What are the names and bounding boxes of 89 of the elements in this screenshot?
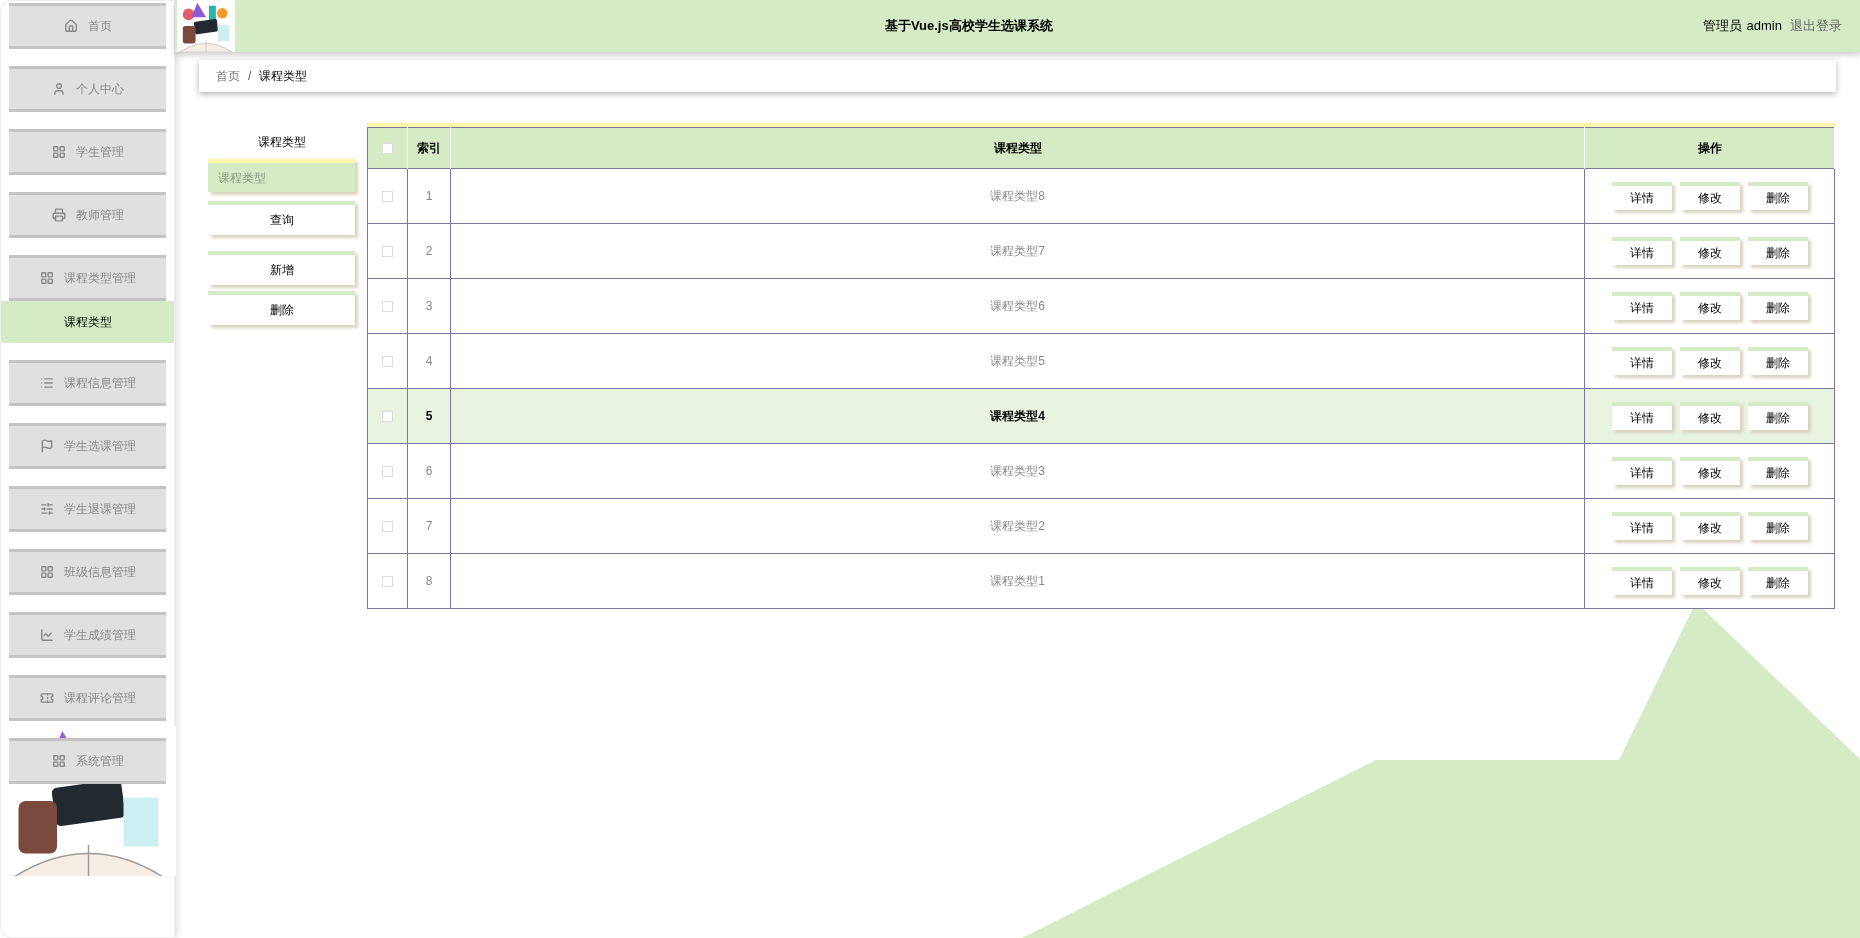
checkbox[interactable] [382, 246, 393, 258]
details-button[interactable]: 详情 [1611, 182, 1672, 210]
sidebar-label: 个人中心 [75, 81, 124, 98]
sidebar-label: 课程信息管理 [63, 375, 136, 392]
checkbox[interactable] [382, 411, 393, 423]
table-cell: 课程类型2 [450, 498, 1585, 554]
delete-button[interactable]: 删除 [1747, 457, 1808, 485]
table-cell: 6 [407, 443, 451, 499]
app-title: 基于Vue.js高校学生选课系统 [883, 17, 1054, 36]
details-button[interactable]: 详情 [1611, 457, 1672, 485]
sidebar-label: 学生成绩管理 [63, 627, 136, 644]
home-icon [63, 19, 78, 33]
breadcrumb-link[interactable]: 首页 [216, 67, 240, 85]
edit-button[interactable]: 修改 [1679, 237, 1740, 265]
breadcrumb-link[interactable]: 课程类型 [259, 67, 308, 85]
logout-link[interactable]: 退出登录 [1790, 16, 1842, 36]
sidebar-label: 课程类型管理 [63, 270, 136, 287]
delete-button[interactable]: 删除 [1747, 402, 1808, 430]
table-cell: 5 [407, 388, 451, 444]
table-cell: 课程类型3 [450, 443, 1585, 499]
table-cell: 7 [407, 498, 451, 554]
sliders-icon [39, 502, 54, 516]
edit-button[interactable]: 修改 [1679, 402, 1740, 430]
edit-button[interactable]: 修改 [1679, 347, 1740, 375]
details-button[interactable]: 详情 [1611, 402, 1672, 430]
grid-icon [51, 145, 66, 159]
breadcrumb-separator: / [248, 68, 252, 85]
column-header: 课程类型 [450, 127, 1585, 169]
grid-icon [39, 271, 54, 285]
column-header: 操作 [1584, 127, 1835, 169]
table-cell: 4 [407, 333, 451, 389]
sidebar-label: 学生管理 [75, 144, 124, 161]
details-button[interactable]: 详情 [1611, 512, 1672, 540]
table-cell: 课程类型5 [450, 333, 1585, 389]
delete-button[interactable]: 删除 [1747, 347, 1808, 375]
sidebar-label: 课程评论管理 [63, 690, 136, 707]
sidebar-label: 教师管理 [75, 207, 124, 224]
column-header: 索引 [407, 127, 451, 169]
edit-button[interactable]: 修改 [1679, 512, 1740, 540]
checkbox[interactable] [382, 356, 393, 368]
details-button[interactable]: 详情 [1611, 347, 1672, 375]
checkbox[interactable] [382, 191, 393, 203]
user-icon [51, 82, 66, 96]
table-cell: 2 [407, 223, 451, 279]
sidebar-label: 学生退课管理 [63, 501, 136, 518]
details-button[interactable]: 详情 [1611, 567, 1672, 595]
checkbox[interactable] [382, 143, 393, 155]
checkbox[interactable] [382, 466, 393, 478]
table-cell: 课程类型1 [450, 553, 1585, 609]
table-cell: 课程类型8 [450, 168, 1585, 224]
table-cell: 1 [407, 168, 451, 224]
edit-button[interactable]: 修改 [1679, 182, 1740, 210]
grid-icon [39, 565, 54, 579]
sidebar-label: 学生选课管理 [63, 438, 136, 455]
flag-icon [39, 439, 54, 453]
sidebar-subitem[interactable]: 课程类型 [1, 301, 174, 343]
user-name: admin [1746, 17, 1782, 36]
delete-button[interactable]: 删除 [208, 291, 355, 325]
table-cell: 课程类型7 [450, 223, 1585, 279]
details-button[interactable]: 详情 [1611, 292, 1672, 320]
grid-icon [51, 754, 66, 768]
delete-button[interactable]: 删除 [1747, 237, 1808, 265]
sidebar-label: 首页 [87, 18, 112, 35]
edit-button[interactable]: 修改 [1679, 457, 1740, 485]
printer-icon [51, 208, 66, 222]
checkbox[interactable] [382, 576, 393, 588]
add-button[interactable]: 新增 [208, 251, 355, 285]
details-button[interactable]: 详情 [1611, 237, 1672, 265]
delete-button[interactable]: 删除 [1747, 512, 1808, 540]
table-cell: 3 [407, 278, 451, 334]
user-role: 管理员 [1702, 17, 1742, 36]
search-button[interactable]: 查询 [208, 201, 355, 235]
table-cell: 课程类型6 [450, 278, 1585, 334]
delete-button[interactable]: 删除 [1747, 292, 1808, 320]
ticket-icon [39, 691, 54, 705]
sidebar-label: 班级信息管理 [63, 564, 136, 581]
search-field[interactable]: 课程类型 [208, 159, 355, 192]
table-cell: 8 [407, 553, 451, 609]
search-label: 课程类型 [256, 134, 307, 151]
checkbox[interactable] [382, 521, 393, 533]
sidebar-label: 系统管理 [75, 753, 124, 770]
table-cell: 课程类型4 [450, 388, 1585, 444]
delete-button[interactable]: 删除 [1747, 567, 1808, 595]
edit-button[interactable]: 修改 [1679, 292, 1740, 320]
edit-button[interactable]: 修改 [1679, 567, 1740, 595]
list-icon [39, 376, 54, 390]
checkbox[interactable] [382, 301, 393, 313]
chart-icon [39, 628, 54, 642]
delete-button[interactable]: 删除 [1747, 182, 1808, 210]
